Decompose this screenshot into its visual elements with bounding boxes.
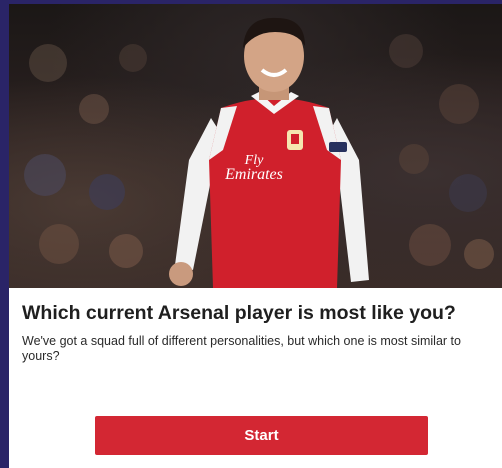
sponsor-line-2: Emirates [225, 166, 283, 183]
quiz-card: Fly Emirates Which current Arsenal playe… [9, 4, 502, 468]
start-button[interactable]: Start [95, 416, 428, 455]
shirt-sponsor: Fly Emirates [214, 154, 294, 183]
quiz-title: Which current Arsenal player is most lik… [22, 302, 456, 324]
hero-image: Fly Emirates [9, 4, 502, 288]
player-figure [169, 17, 369, 288]
quiz-description: We've got a squad full of different pers… [22, 334, 461, 363]
